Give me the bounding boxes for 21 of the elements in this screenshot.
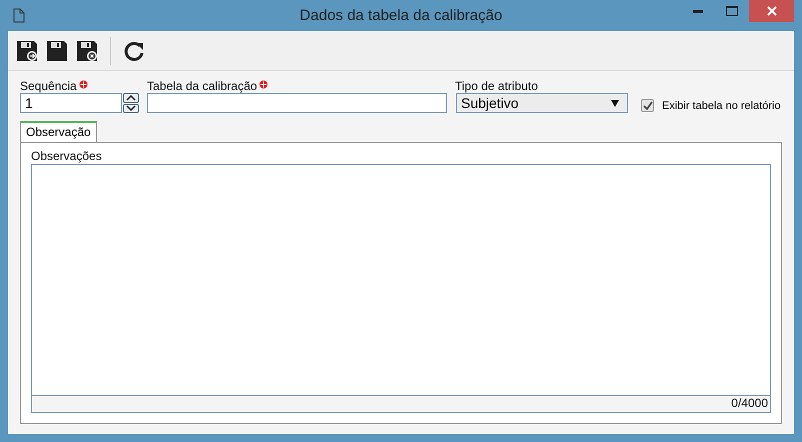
- field-label: Tipo de atributo: [455, 79, 538, 93]
- minimize-icon: [693, 10, 703, 12]
- close-button[interactable]: [749, 0, 794, 22]
- notes-field[interactable]: 0/4000: [31, 164, 771, 413]
- show-table-checkbox[interactable]: Exibir tabela no relatório: [641, 99, 781, 112]
- character-counter: 0/4000: [731, 396, 768, 410]
- tab[interactable]: Observação: [20, 121, 97, 142]
- sequence-field[interactable]: 1: [20, 93, 122, 113]
- field-label: Observações: [31, 149, 103, 163]
- table-field[interactable]: [147, 93, 447, 113]
- spin-up-button[interactable]: [123, 93, 139, 102]
- dropdown-arrow-icon: [611, 100, 619, 106]
- window-title: Dados da tabela da calibração: [300, 7, 502, 24]
- close-icon: [766, 6, 776, 16]
- maximize-icon: [726, 6, 738, 16]
- spin-down-button[interactable]: [123, 104, 139, 113]
- document-icon: [13, 8, 25, 23]
- checkbox[interactable]: [641, 99, 654, 112]
- attribute-type-dropdown[interactable]: Subjetivo: [456, 93, 628, 113]
- field-label: Tabela da calibração: [147, 79, 258, 93]
- field-label: Sequência: [20, 79, 77, 93]
